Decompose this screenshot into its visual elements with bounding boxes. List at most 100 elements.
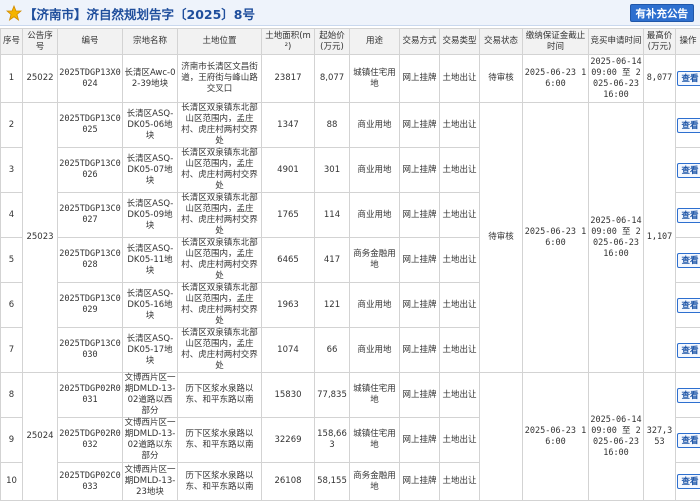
trade-type: 土地出让 (440, 328, 480, 373)
parcel-name: 长清区ASQ-DK05-06地块 (123, 103, 178, 148)
trade-status (480, 373, 523, 501)
notice-number: 25023 (23, 103, 58, 373)
parcel-location: 长清区双泉镇东北部山区范围内，孟庄村、虎庄村两村交界处 (178, 193, 262, 238)
action-cell: 查看 (676, 283, 700, 328)
parcel-location: 长清区双泉镇东北部山区范围内，孟庄村、虎庄村两村交界处 (178, 148, 262, 193)
land-use: 城镇住宅用地 (350, 418, 400, 463)
view-button[interactable]: 查看 (677, 388, 700, 403)
trade-type: 土地出让 (440, 283, 480, 328)
parcel-code: 2025TDGP13C0025 (58, 103, 123, 148)
view-button[interactable]: 查看 (677, 343, 700, 358)
column-header: 最高价(万元) (644, 29, 676, 55)
row-seq: 4 (1, 193, 23, 238)
land-use: 商务金融用地 (350, 238, 400, 283)
land-use: 商务金融用地 (350, 463, 400, 501)
application-period: 2025-06-14 09:00 至 2025-06-23 16:00 (589, 55, 644, 103)
column-header: 交易方式 (400, 29, 440, 55)
parcel-area: 1765 (262, 193, 315, 238)
view-button[interactable]: 查看 (677, 208, 700, 223)
parcel-code: 2025TDGP02R0032 (58, 418, 123, 463)
column-header: 缴纳保证金截止时间 (523, 29, 589, 55)
parcel-area: 26108 (262, 463, 315, 501)
parcel-name: 长清区ASQ-DK05-09地块 (123, 193, 178, 238)
action-cell: 查看 (676, 148, 700, 193)
parcel-name: 长清区ASQ-DK05-17地块 (123, 328, 178, 373)
max-price: 327,353 (644, 373, 676, 501)
parcel-code: 2025TDGP13C0026 (58, 148, 123, 193)
starting-price: 8,077 (315, 55, 350, 103)
trade-method: 网上挂牌 (400, 148, 440, 193)
parcel-location: 历下区浆水泉路以东、和平东路以南 (178, 373, 262, 418)
trade-method: 网上挂牌 (400, 283, 440, 328)
trade-method: 网上挂牌 (400, 238, 440, 283)
row-seq: 10 (1, 463, 23, 501)
view-button[interactable]: 查看 (677, 474, 700, 489)
table-row: 8 25024 2025TDGP02R0031 文博西片区一期DMLD-13-0… (1, 373, 700, 418)
land-use: 商业用地 (350, 193, 400, 238)
starting-price: 66 (315, 328, 350, 373)
parcel-code: 2025TDGP13C0030 (58, 328, 123, 373)
table-row: 2 25023 2025TDGP13C0025 长清区ASQ-DK05-06地块… (1, 103, 700, 148)
supplement-notice-button[interactable]: 有补充公告 (630, 4, 695, 22)
land-use: 商业用地 (350, 148, 400, 193)
trade-method: 网上挂牌 (400, 328, 440, 373)
starting-price: 158,663 (315, 418, 350, 463)
deposit-deadline: 2025-06-23 16:00 (523, 373, 589, 501)
parcel-name: 文博西片区一期DMLD-13-02道路以西部分 (123, 373, 178, 418)
column-header: 起始价(万元) (315, 29, 350, 55)
trade-method: 网上挂牌 (400, 463, 440, 501)
land-use: 商业用地 (350, 103, 400, 148)
starting-price: 88 (315, 103, 350, 148)
parcel-code: 2025TDGP13C0029 (58, 283, 123, 328)
column-header: 土地面积(m²) (262, 29, 315, 55)
column-header: 交易状态 (480, 29, 523, 55)
action-cell: 查看 (676, 373, 700, 418)
view-button[interactable]: 查看 (677, 298, 700, 313)
starting-price: 301 (315, 148, 350, 193)
parcel-code: 2025TDGP13C0027 (58, 193, 123, 238)
row-seq: 3 (1, 148, 23, 193)
action-cell: 查看 (676, 418, 700, 463)
parcel-code: 2025TDGP13C0028 (58, 238, 123, 283)
action-cell: 查看 (676, 328, 700, 373)
row-seq: 7 (1, 328, 23, 373)
parcel-location: 长清区双泉镇东北部山区范围内，孟庄村、虎庄村两村交界处 (178, 238, 262, 283)
parcel-location: 济南市长清区文昌街道，王府街与峰山路交叉口 (178, 55, 262, 103)
parcel-area: 23817 (262, 55, 315, 103)
land-use: 商业用地 (350, 283, 400, 328)
deposit-deadline: 2025-06-23 16:00 (523, 55, 589, 103)
parcel-area: 6465 (262, 238, 315, 283)
column-header: 交易类型 (440, 29, 480, 55)
view-button[interactable]: 查看 (677, 253, 700, 268)
parcel-area: 15830 (262, 373, 315, 418)
column-header: 用途 (350, 29, 400, 55)
parcel-location: 历下区浆水泉路以东、和平东路以南 (178, 463, 262, 501)
parcel-name: 长清区ASQ-DK05-11地块 (123, 238, 178, 283)
announcement-header: 【济南市】济自然规划告字〔2025〕8号 有补充公告 (0, 0, 700, 26)
parcel-location: 长清区双泉镇东北部山区范围内，孟庄村、虎庄村两村交界处 (178, 328, 262, 373)
starting-price: 114 (315, 193, 350, 238)
parcel-area: 1074 (262, 328, 315, 373)
trade-status: 待审核 (480, 103, 523, 373)
application-period: 2025-06-14 09:00 至 2025-06-23 16:00 (589, 373, 644, 501)
view-button[interactable]: 查看 (677, 118, 700, 133)
column-header: 序号 (1, 29, 23, 55)
trade-type: 土地出让 (440, 103, 480, 148)
column-header: 编号 (58, 29, 123, 55)
view-button[interactable]: 查看 (677, 71, 700, 86)
max-price: 1,107 (644, 103, 676, 373)
starting-price: 417 (315, 238, 350, 283)
view-button[interactable]: 查看 (677, 163, 700, 178)
row-seq: 8 (1, 373, 23, 418)
starting-price: 121 (315, 283, 350, 328)
row-seq: 2 (1, 103, 23, 148)
view-button[interactable]: 查看 (677, 433, 700, 448)
application-period: 2025-06-14 09:00 至 2025-06-23 16:00 (589, 103, 644, 373)
row-seq: 5 (1, 238, 23, 283)
trade-type: 土地出让 (440, 238, 480, 283)
row-seq: 9 (1, 418, 23, 463)
notice-number: 25024 (23, 373, 58, 501)
action-cell: 查看 (676, 463, 700, 501)
notice-number: 25022 (23, 55, 58, 103)
land-parcel-table: 序号 公告序号 编号 宗地名称 土地位置 土地面积(m²) 起始价(万元) 用途… (0, 28, 700, 501)
